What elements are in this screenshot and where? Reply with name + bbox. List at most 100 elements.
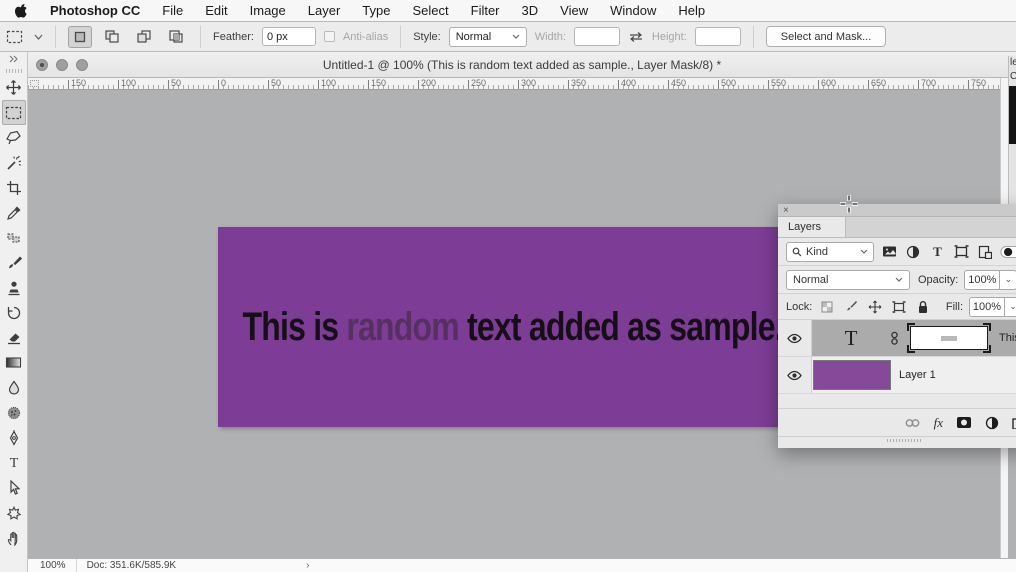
fill-dropdown-icon[interactable]: ⌄ [1005, 296, 1016, 317]
menu-window[interactable]: Window [610, 3, 656, 18]
rectangular-marquee-tool[interactable] [1, 100, 26, 125]
filter-smart-objects-icon[interactable] [976, 245, 994, 259]
document-titlebar[interactable]: Untitled-1 @ 100% (This is random text a… [28, 52, 1016, 78]
apple-logo-icon[interactable] [14, 3, 28, 18]
menu-edit[interactable]: Edit [205, 3, 227, 18]
style-select[interactable]: Normal [448, 26, 527, 47]
layer-color-thumbnail[interactable] [813, 360, 891, 390]
swap-width-height-icon[interactable] [628, 31, 644, 43]
crop-tool[interactable] [2, 175, 26, 200]
layers-panel-dragbar[interactable]: × [778, 204, 1016, 217]
panel-close-icon[interactable]: × [783, 205, 789, 216]
menu-select[interactable]: Select [412, 3, 448, 18]
panel-resize-handle[interactable] [778, 436, 1016, 444]
filter-kind-select[interactable]: Kind [786, 241, 874, 262]
window-zoom-button[interactable] [76, 58, 88, 71]
width-input[interactable] [573, 27, 620, 46]
fill-value[interactable]: 100% [969, 296, 1005, 317]
type-tool[interactable]: T [2, 450, 26, 475]
filter-type-layers-icon[interactable]: T [928, 245, 946, 258]
menu-type[interactable]: Type [362, 3, 390, 18]
mask-link-icon[interactable] [890, 331, 899, 346]
tab-layers[interactable]: Layers [778, 217, 846, 237]
new-group-icon[interactable] [1012, 417, 1016, 429]
menu-filter[interactable]: Filter [471, 3, 500, 18]
sponge-tool[interactable] [2, 400, 26, 425]
filter-adjustment-layers-icon[interactable] [904, 245, 922, 259]
lock-transparency-icon[interactable] [818, 301, 836, 313]
add-to-selection-button[interactable] [100, 26, 124, 48]
opacity-value[interactable]: 100% [964, 269, 1001, 290]
feather-input[interactable] [261, 27, 316, 46]
brush-tool[interactable] [2, 250, 26, 275]
patch-tool[interactable] [2, 225, 26, 250]
menu-view[interactable]: View [560, 3, 588, 18]
toolbar-grip[interactable] [5, 69, 22, 73]
ruler-label: 350 [571, 78, 587, 88]
blur-tool[interactable] [2, 375, 26, 400]
eraser-tool[interactable] [2, 325, 26, 350]
lasso-tool[interactable] [2, 125, 26, 150]
ruler-origin-box [30, 80, 39, 87]
custom-shape-tool[interactable] [2, 500, 26, 525]
layer-name[interactable]: Layer 1 [899, 369, 1016, 381]
new-selection-button[interactable] [68, 25, 92, 48]
menu-bar: Photoshop CC File Edit Image Layer Type … [0, 0, 1016, 22]
select-and-mask-button[interactable]: Select and Mask... [765, 26, 887, 47]
magic-wand-tool[interactable] [2, 150, 26, 175]
move-tool[interactable] [2, 75, 26, 100]
filter-toggle-switch[interactable] [1000, 245, 1016, 259]
marquee-tool-preset-icon[interactable] [6, 29, 26, 45]
tool-preset-chevron-icon[interactable] [34, 34, 43, 40]
collapse-panel-icon[interactable] [2, 52, 26, 66]
lock-pixels-icon[interactable] [842, 300, 860, 313]
blend-mode-select[interactable]: Normal [786, 269, 910, 290]
clone-stamp-tool[interactable] [2, 275, 26, 300]
path-select-tool[interactable] [2, 475, 26, 500]
layer-name[interactable]: This [999, 332, 1016, 344]
document-artboard[interactable]: This is random text added as sample. [218, 227, 784, 427]
add-layer-mask-icon[interactable] [956, 416, 972, 429]
menu-file[interactable]: File [162, 3, 183, 18]
filter-shape-layers-icon[interactable] [952, 245, 970, 258]
visibility-toggle[interactable] [778, 357, 812, 393]
layer-style-fx-icon[interactable]: fx [934, 415, 943, 431]
menu-layer[interactable]: Layer [308, 3, 341, 18]
menu-help[interactable]: Help [678, 3, 705, 18]
intersect-selection-button[interactable] [164, 26, 188, 48]
new-adjustment-layer-icon[interactable] [985, 416, 999, 430]
filter-pixel-layers-icon[interactable] [880, 245, 898, 258]
layer-row-fill[interactable]: Layer 1 [778, 357, 1016, 394]
status-options-chevron[interactable]: › [306, 560, 309, 571]
zoom-level-field[interactable]: 100% [28, 559, 77, 572]
layer-row-text[interactable]: T This [778, 320, 1016, 357]
menu-image[interactable]: Image [250, 3, 286, 18]
eyedropper-tool[interactable] [2, 200, 26, 225]
chevron-down-icon [512, 34, 520, 39]
app-menu-photoshop[interactable]: Photoshop CC [50, 3, 140, 18]
window-close-button[interactable] [36, 58, 48, 71]
window-minimize-button[interactable] [56, 58, 68, 71]
hand-tool[interactable] [2, 525, 26, 550]
history-brush-tool[interactable] [2, 300, 26, 325]
menu-3d[interactable]: 3D [522, 3, 539, 18]
gradient-tool[interactable] [2, 350, 26, 375]
text-layer-thumbnail[interactable]: T [812, 326, 890, 351]
lock-artboard-icon[interactable] [890, 300, 908, 313]
subtract-from-selection-button[interactable] [132, 26, 156, 48]
horizontal-ruler[interactable]: 150 100 50 0 50 100 150 200 250 300 350 400 450 500 55… [28, 78, 1016, 90]
ruler-major-tick [268, 80, 269, 89]
lock-all-icon[interactable] [914, 300, 932, 314]
lock-position-icon[interactable] [866, 300, 884, 314]
document-title: Untitled-1 @ 100% (This is random text a… [322, 57, 722, 72]
height-input[interactable] [694, 27, 741, 46]
ruler-label: 150 [371, 78, 387, 88]
anti-alias-checkbox[interactable] [323, 31, 335, 42]
right-dock-panel-edge[interactable]: le C [1008, 56, 1016, 204]
link-layers-icon[interactable] [904, 417, 921, 429]
search-icon [792, 247, 802, 256]
visibility-toggle[interactable] [778, 320, 812, 356]
opacity-dropdown-icon[interactable]: ⌄ [1000, 269, 1016, 290]
layer-mask-thumbnail[interactable] [907, 323, 991, 353]
pen-tool[interactable] [2, 425, 26, 450]
